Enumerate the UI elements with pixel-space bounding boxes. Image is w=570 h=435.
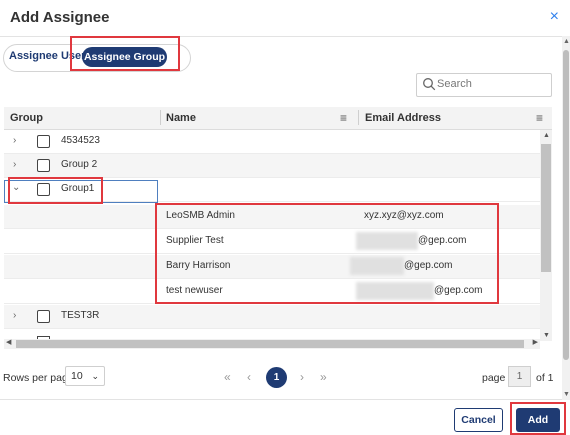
menu-icon[interactable]: ≡ [340, 111, 347, 125]
group-row[interactable]: › 4534523 [4, 130, 540, 154]
scroll-down-icon[interactable]: ▼ [563, 391, 570, 398]
rows-per-page-select[interactable]: 10 ⌄ [65, 366, 105, 386]
partial-row [4, 329, 540, 339]
chevron-right-icon[interactable]: › [13, 310, 16, 321]
page-label: page [482, 372, 506, 384]
group-label: Group 2 [61, 159, 98, 170]
column-separator [160, 110, 161, 125]
cancel-button[interactable]: Cancel [454, 408, 503, 432]
column-header-group[interactable]: Group [10, 112, 43, 124]
grid-header: Group Name ≡ Email Address ≡ [4, 107, 552, 130]
scroll-up-icon[interactable]: ▲ [563, 38, 570, 45]
page-number-current[interactable]: 1 [266, 367, 287, 388]
grid-vertical-thumb[interactable] [541, 144, 551, 272]
chevron-down-icon: ⌄ [91, 371, 99, 381]
grid-horizontal-thumb[interactable] [16, 340, 524, 348]
page-input[interactable]: 1 [508, 366, 531, 387]
dialog-scrollbar-thumb[interactable] [563, 50, 569, 360]
search-icon [423, 78, 436, 91]
highlight-box-members [155, 203, 499, 304]
column-header-name[interactable]: Name [166, 112, 196, 124]
group-row[interactable]: › TEST3R [4, 305, 540, 329]
close-icon[interactable]: × [550, 9, 559, 25]
scroll-right-icon[interactable]: ▶ [533, 338, 538, 346]
footer-divider [0, 399, 562, 400]
prev-page-icon[interactable]: ‹ [247, 370, 251, 384]
group-row[interactable]: › Group 2 [4, 154, 540, 178]
dialog-scrollbar[interactable]: ▲ ▼ [562, 36, 570, 400]
group-label: 4534523 [61, 135, 100, 146]
highlight-box-add [510, 402, 566, 435]
checkbox-icon[interactable] [37, 159, 50, 172]
group-label: TEST3R [61, 310, 100, 321]
scroll-up-icon[interactable]: ▲ [543, 132, 550, 139]
chevron-right-icon[interactable]: › [13, 135, 16, 146]
search-placeholder: Search [437, 78, 472, 90]
next-page-icon[interactable]: › [300, 370, 304, 384]
rows-per-page-value: 10 [71, 370, 83, 382]
scroll-left-icon[interactable]: ◀ [6, 338, 11, 346]
page-of-label: of 1 [536, 372, 554, 384]
column-header-email[interactable]: Email Address [365, 112, 441, 124]
column-separator [358, 110, 359, 125]
checkbox-icon[interactable] [37, 135, 50, 148]
checkbox-icon[interactable] [37, 310, 50, 323]
menu-icon[interactable]: ≡ [536, 111, 543, 125]
grid-vertical-scrollbar[interactable]: ▲ ▼ [540, 130, 552, 341]
dialog-title: Add Assignee [10, 9, 110, 26]
rows-per-page-label: Rows per page [3, 372, 74, 384]
highlight-box-group [8, 177, 103, 204]
first-page-icon[interactable]: « [224, 370, 231, 384]
grid-horizontal-scrollbar[interactable]: ◀ ▶ [4, 339, 540, 349]
highlight-box-toggle [70, 36, 180, 71]
last-page-icon[interactable]: » [320, 370, 327, 384]
scroll-down-icon[interactable]: ▼ [543, 332, 550, 339]
chevron-right-icon[interactable]: › [13, 159, 16, 170]
